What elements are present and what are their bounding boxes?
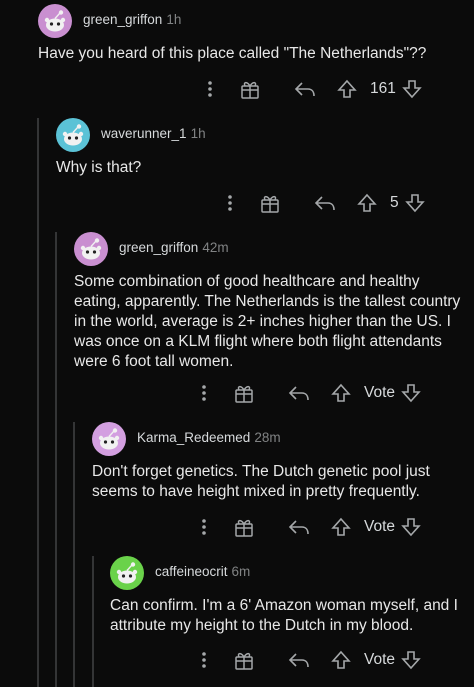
username[interactable]: caffeineocrit 6m (155, 564, 250, 579)
reply-icon[interactable] (280, 81, 330, 97)
reply-icon[interactable] (274, 385, 324, 401)
comment-header: green_griffon 42m (74, 232, 474, 268)
avatar[interactable] (110, 556, 144, 590)
comment-actions: 5 (220, 188, 439, 218)
vote-count: Vote (364, 518, 396, 535)
timestamp: 28m (254, 430, 281, 445)
award-icon[interactable] (220, 79, 280, 99)
comment: green_griffon 42m Some combination of goo… (74, 232, 474, 372)
more-options-icon[interactable] (194, 651, 214, 669)
award-icon[interactable] (240, 193, 300, 213)
reply-icon[interactable] (300, 195, 350, 211)
reply-icon[interactable] (274, 652, 324, 668)
downvote-icon[interactable] (402, 79, 422, 99)
upvote-icon[interactable] (350, 193, 384, 213)
thread-line-2[interactable] (55, 232, 57, 687)
thread-line-1[interactable] (37, 118, 39, 687)
timestamp: 42m (202, 240, 229, 255)
comment-body: Don't forget genetics. The Dutch genetic… (92, 463, 435, 500)
comment: caffeineocrit 6m Can confirm. I'm a 6' Am… (110, 556, 474, 636)
vote-count: Vote (364, 651, 396, 668)
comment-actions: Vote (194, 378, 435, 408)
comment-body: Some combination of good healthcare and … (74, 273, 465, 370)
comment-header: caffeineocrit 6m (110, 556, 474, 592)
more-options-icon[interactable] (220, 194, 240, 212)
username[interactable]: waverunner_1 1h (101, 126, 206, 141)
username-text[interactable]: caffeineocrit (155, 564, 228, 579)
comment-header: green_griffon 1h (38, 4, 474, 40)
comment-body: Can confirm. I'm a 6' Amazon woman mysel… (110, 597, 463, 634)
downvote-icon[interactable] (401, 517, 421, 537)
upvote-icon[interactable] (324, 650, 358, 670)
upvote-icon[interactable] (324, 517, 358, 537)
username-text[interactable]: green_griffon (83, 12, 162, 27)
more-options-icon[interactable] (194, 518, 214, 536)
comment: waverunner_1 1h Why is that? (56, 118, 474, 178)
award-icon[interactable] (214, 650, 274, 670)
downvote-icon[interactable] (404, 193, 425, 213)
comment-body: Why is that? (56, 159, 142, 176)
upvote-icon[interactable] (330, 79, 364, 99)
timestamp: 1h (190, 126, 206, 141)
upvote-icon[interactable] (324, 383, 358, 403)
more-options-icon[interactable] (200, 80, 220, 98)
award-icon[interactable] (214, 383, 274, 403)
vote-count: 161 (370, 80, 396, 97)
thread-line-4[interactable] (92, 556, 94, 687)
comment-header: Karma_Redeemed 28m (92, 422, 474, 458)
thread-line-3[interactable] (73, 422, 75, 687)
vote-count: 5 (390, 194, 399, 211)
comment: green_griffon 1h Have you heard of this p… (38, 4, 474, 64)
username[interactable]: Karma_Redeemed 28m (137, 430, 281, 445)
comment: Karma_Redeemed 28m Don't forget genetics.… (92, 422, 474, 502)
username-text[interactable]: green_griffon (119, 240, 198, 255)
avatar[interactable] (74, 232, 108, 266)
avatar[interactable] (38, 4, 72, 38)
comment-body: Have you heard of this place called "The… (38, 45, 427, 62)
comment-actions: 161 (200, 74, 436, 104)
comment-actions: Vote (194, 512, 435, 542)
timestamp: 1h (166, 12, 182, 27)
downvote-icon[interactable] (401, 650, 421, 670)
timestamp: 6m (231, 564, 251, 579)
award-icon[interactable] (214, 517, 274, 537)
username-text[interactable]: Karma_Redeemed (137, 430, 250, 445)
avatar[interactable] (92, 422, 126, 456)
comment-actions: Vote (194, 645, 435, 675)
vote-count: Vote (364, 384, 396, 401)
more-options-icon[interactable] (194, 384, 214, 402)
avatar[interactable] (56, 118, 90, 152)
username[interactable]: green_griffon 1h (83, 12, 181, 27)
comment-header: waverunner_1 1h (56, 118, 474, 154)
username[interactable]: green_griffon 42m (119, 240, 229, 255)
username-text[interactable]: waverunner_1 (101, 126, 187, 141)
reply-icon[interactable] (274, 519, 324, 535)
downvote-icon[interactable] (401, 383, 421, 403)
